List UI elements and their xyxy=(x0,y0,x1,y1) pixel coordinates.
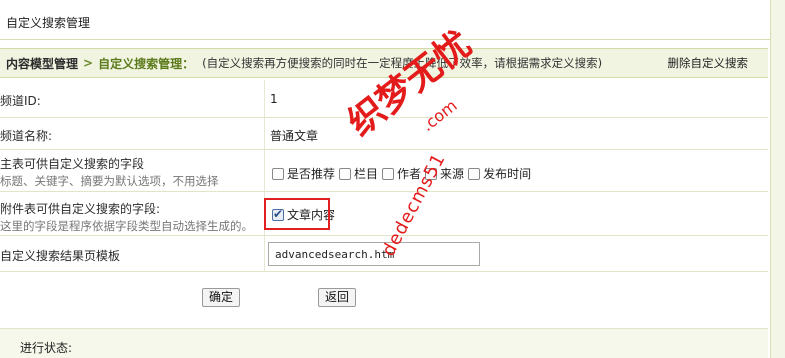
status-bar: 进行状态: xyxy=(0,328,768,358)
page-edge-strip xyxy=(770,0,785,358)
highlight-annotation-box xyxy=(264,198,330,230)
delete-custom-search-link[interactable]: 删除自定义搜索 xyxy=(668,55,749,71)
column-divider xyxy=(264,150,265,191)
column-divider xyxy=(264,236,265,271)
confirm-button[interactable]: 确定 xyxy=(202,288,241,307)
breadcrumb-custom-search: 自定义搜索管理： xyxy=(98,56,195,71)
main-fields-options: 是否推荐 栏目 作者 来源 发布时间 xyxy=(272,165,535,182)
column-divider xyxy=(264,80,265,117)
template-label: 自定义搜索结果页模板 xyxy=(0,249,121,263)
option-recommend[interactable]: 是否推荐 xyxy=(272,165,335,182)
template-input[interactable] xyxy=(268,242,480,266)
channel-name-value: 普通文章 xyxy=(270,129,319,143)
main-fields-label: 主表可供自定义搜索的字段 xyxy=(0,157,145,171)
main-fields-hint: 标题、关键字、摘要为默认选项，不用选择 xyxy=(0,174,219,188)
breadcrumb-content-model[interactable]: 内容模型管理 xyxy=(6,55,78,72)
breadcrumb-separator: > xyxy=(83,56,94,70)
back-button[interactable]: 返回 xyxy=(318,288,357,307)
status-label: 进行状态: xyxy=(20,341,73,355)
addon-fields-label: 附件表可供自定义搜索的字段: xyxy=(0,202,161,216)
column-divider xyxy=(264,118,265,149)
page-header: 自定义搜索管理 xyxy=(0,0,770,40)
option-publish-time[interactable]: 发布时间 xyxy=(468,165,531,182)
checkbox[interactable] xyxy=(272,167,284,180)
addon-fields-row: 附件表可供自定义搜索的字段: 这里的字段是程序依据字段类型自动选择生成的。 文章… xyxy=(0,192,768,236)
checkbox[interactable] xyxy=(468,167,481,180)
page-title: 自定义搜索管理 xyxy=(6,16,91,30)
channel-id-label: 频道ID: xyxy=(0,94,41,108)
channel-name-label: 频道名称: xyxy=(0,129,53,143)
checkbox[interactable] xyxy=(382,167,395,180)
option-column[interactable]: 栏目 xyxy=(339,165,378,182)
addon-fields-hint: 这里的字段是程序依据字段类型自动选择生成的。 xyxy=(0,219,253,233)
channel-id-value: 1 xyxy=(270,92,278,106)
checkbox[interactable] xyxy=(339,167,352,180)
main-fields-row: 主表可供自定义搜索的字段 标题、关键字、摘要为默认选项，不用选择 是否推荐 栏目… xyxy=(0,150,768,192)
